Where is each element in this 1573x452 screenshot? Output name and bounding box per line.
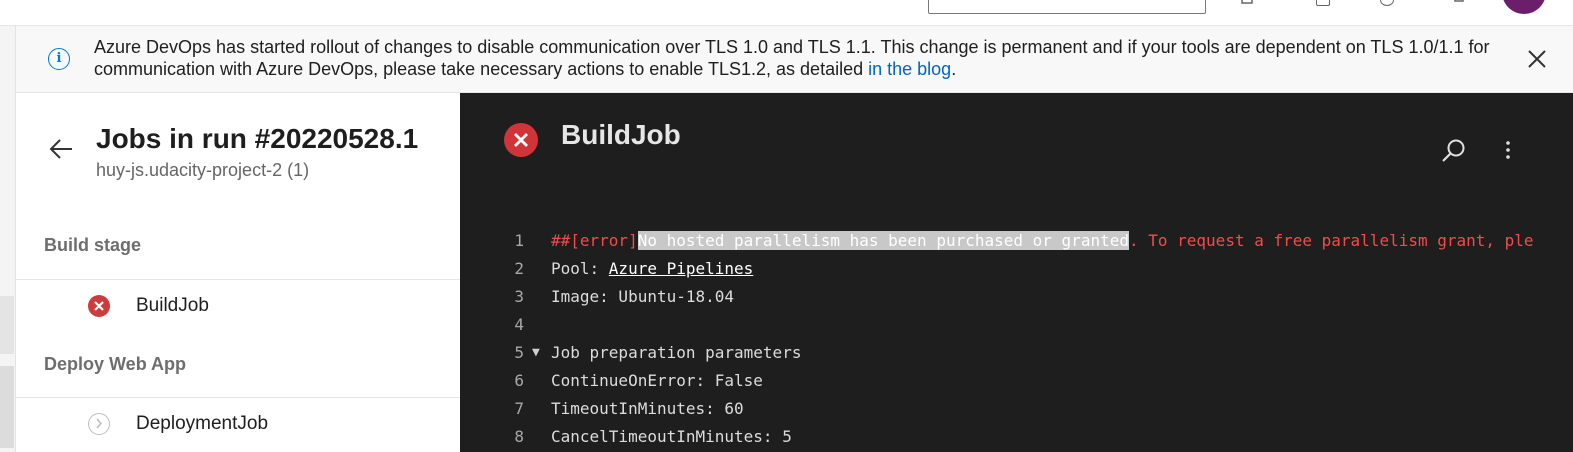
page: i Azure DevOps has started rollout of ch… — [0, 0, 1573, 452]
top-bar — [0, 0, 1573, 26]
line-number: 4 — [514, 315, 524, 334]
job-name: DeploymentJob — [136, 413, 269, 434]
nav-rail-item-selected[interactable] — [0, 366, 14, 448]
pipeline-name: huy-js.udacity-project-2 (1) — [96, 160, 310, 180]
pending-status-icon — [88, 413, 110, 435]
banner-text-end: . — [951, 59, 957, 79]
notification-icon[interactable] — [1240, 0, 1254, 6]
log-line[interactable]: 4 — [460, 311, 1573, 339]
failed-status-icon — [504, 123, 538, 157]
user-settings-icon[interactable] — [1452, 0, 1466, 6]
jobs-panel: Jobs in run #20220528.1 huy-js.udacity-p… — [16, 93, 460, 452]
line-number: 1 — [514, 231, 524, 250]
line-number: 7 — [514, 399, 524, 418]
avatar[interactable] — [1502, 0, 1546, 14]
stage-header-build: Build stage — [44, 235, 142, 255]
info-icon: i — [48, 48, 70, 70]
help-icon[interactable] — [1380, 0, 1394, 6]
marketplace-icon[interactable] — [1316, 0, 1330, 6]
collapse-toggle-icon[interactable]: ▼ — [532, 339, 540, 367]
stage-header-deploy: Deploy Web App — [44, 354, 187, 374]
search-input[interactable] — [928, 0, 1206, 14]
log-line-text: ContinueOnError: False — [551, 371, 763, 390]
tls-notification-banner: i Azure DevOps has started rollout of ch… — [16, 26, 1573, 93]
line-number: 3 — [514, 287, 524, 306]
log-line[interactable]: 5 ▼ Job preparation parameters — [460, 339, 1573, 367]
job-item-deploymentjob[interactable]: DeploymentJob — [16, 397, 460, 451]
more-options-icon[interactable] — [1500, 137, 1516, 165]
log-line-text: TimeoutInMinutes: 60 — [551, 399, 744, 418]
error-prefix: ##[error] — [551, 231, 638, 250]
error-text: . To request a free parallelism grant, p… — [1128, 231, 1534, 250]
banner-message: Azure DevOps has started rollout of chan… — [94, 36, 1514, 80]
failed-status-icon — [88, 295, 110, 317]
pool-label: Pool: — [551, 259, 609, 278]
nav-rail-item[interactable] — [0, 296, 14, 354]
log-line[interactable]: 2 Pool: Azure Pipelines — [460, 255, 1573, 283]
log-line[interactable]: 1 ##[error]No hosted parallelism has bee… — [460, 227, 1573, 255]
log-line[interactable]: 3 Image: Ubuntu-18.04 — [460, 283, 1573, 311]
log-viewer: BuildJob 1 ##[error]No hosted parallelis… — [460, 93, 1573, 452]
selected-error-text: No hosted parallelism has been purchased… — [637, 231, 1129, 250]
close-icon[interactable] — [1526, 48, 1548, 70]
log-line[interactable]: 8 CancelTimeoutInMinutes: 5 — [460, 423, 1573, 451]
log-line-text: Pool: Azure Pipelines — [551, 255, 753, 283]
log-title: BuildJob — [561, 119, 681, 150]
job-item-buildjob[interactable]: BuildJob — [16, 279, 460, 333]
log-lines: 1 ##[error]No hosted parallelism has bee… — [460, 227, 1573, 451]
log-line-text: Job preparation parameters — [551, 343, 802, 362]
left-nav-gutter — [0, 26, 16, 452]
log-line[interactable]: 6 ContinueOnError: False — [460, 367, 1573, 395]
pool-link[interactable]: Azure Pipelines — [609, 259, 754, 278]
back-arrow-icon[interactable] — [48, 138, 74, 160]
log-line[interactable]: 7 TimeoutInMinutes: 60 — [460, 395, 1573, 423]
banner-blog-link[interactable]: in the blog — [868, 59, 951, 79]
line-number: 5 — [514, 343, 524, 362]
line-number: 8 — [514, 427, 524, 446]
page-title: Jobs in run #20220528.1 — [96, 123, 419, 154]
banner-text: Azure DevOps has started rollout of chan… — [94, 37, 1490, 79]
line-number: 6 — [514, 371, 524, 390]
log-line-text: Image: Ubuntu-18.04 — [551, 287, 735, 306]
line-number: 2 — [514, 259, 524, 278]
log-line-text: CancelTimeoutInMinutes: 5 — [551, 427, 792, 446]
job-name: BuildJob — [136, 295, 209, 316]
search-icon[interactable] — [1440, 137, 1468, 165]
log-line-text: ##[error]No hosted parallelism has been … — [551, 227, 1534, 255]
